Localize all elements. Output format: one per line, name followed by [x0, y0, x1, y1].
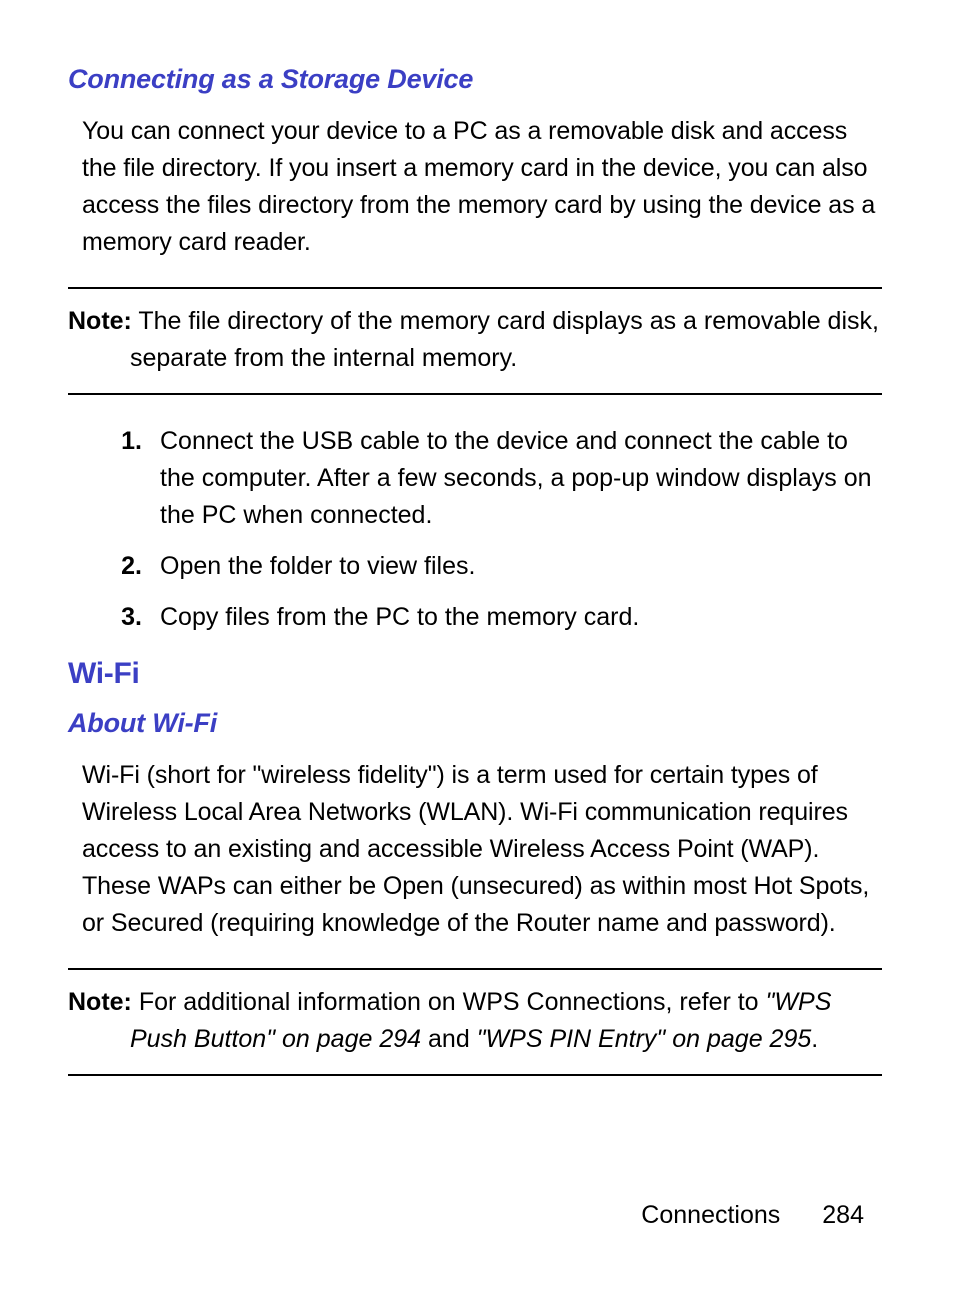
step-number: 1.	[100, 423, 142, 460]
step-item: 2. Open the folder to view files.	[100, 548, 882, 585]
note-body: The file directory of the memory card di…	[130, 307, 879, 372]
footer-page-number: 284	[822, 1197, 864, 1233]
step-number: 3.	[100, 599, 142, 636]
note-block-wifi: Note: For additional information on WPS …	[68, 968, 882, 1076]
step-text: Copy files from the PC to the memory car…	[160, 603, 639, 631]
step-text: Open the folder to view files.	[160, 552, 475, 580]
heading-wifi: Wi-Fi	[68, 652, 882, 696]
note-label: Note:	[68, 307, 132, 335]
step-number: 2.	[100, 548, 142, 585]
note-body-b: and	[421, 1025, 477, 1053]
step-item: 1. Connect the USB cable to the device a…	[100, 423, 882, 534]
note-text-storage: Note: The file directory of the memory c…	[68, 303, 882, 377]
heading-about-wifi: About Wi-Fi	[68, 704, 882, 743]
steps-list: 1. Connect the USB cable to the device a…	[100, 423, 882, 636]
paragraph-storage-intro: You can connect your device to a PC as a…	[82, 113, 882, 261]
note-label: Note:	[68, 988, 132, 1016]
note-text-wifi: Note: For additional information on WPS …	[68, 984, 882, 1058]
page-footer: Connections 284	[641, 1197, 864, 1233]
heading-connecting-storage: Connecting as a Storage Device	[68, 60, 882, 99]
footer-section-name: Connections	[641, 1197, 780, 1233]
note-body-a: For additional information on WPS Connec…	[132, 988, 766, 1016]
note-ref-wps-pin: "WPS PIN Entry" on page 295	[477, 1025, 812, 1053]
note-block-storage: Note: The file directory of the memory c…	[68, 287, 882, 395]
note-body-c: .	[811, 1025, 818, 1053]
paragraph-wifi-intro: Wi-Fi (short for "wireless fidelity") is…	[82, 757, 882, 942]
step-item: 3. Copy files from the PC to the memory …	[100, 599, 882, 636]
step-text: Connect the USB cable to the device and …	[160, 427, 872, 529]
